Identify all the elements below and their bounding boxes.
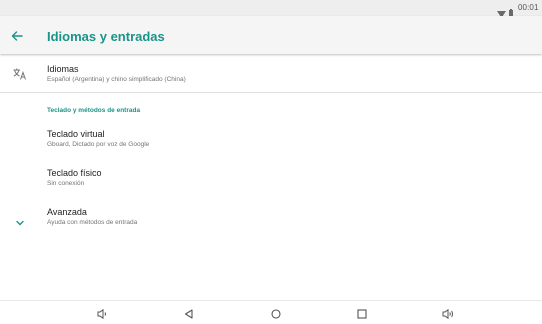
- advanced-title: Avanzada: [47, 207, 87, 217]
- languages-title: Idiomas: [47, 64, 79, 74]
- arrow-back-icon[interactable]: [10, 29, 24, 43]
- advanced-subtitle: Ayuda con métodos de entrada: [47, 219, 138, 226]
- physical-keyboard-subtitle: Sin conexión: [47, 180, 85, 187]
- back-triangle-icon[interactable]: [184, 306, 193, 324]
- volume-up-icon[interactable]: [442, 306, 454, 324]
- physical-keyboard-title: Teclado físico: [47, 168, 102, 178]
- volume-down-icon[interactable]: [97, 306, 108, 324]
- languages-subtitle: Español (Argentina) y chino simplificado…: [47, 76, 186, 83]
- physical-keyboard-item[interactable]: Teclado físico Sin conexión: [0, 163, 542, 195]
- section-header: Teclado y métodos de entrada: [47, 107, 141, 114]
- virtual-keyboard-title: Teclado virtual: [47, 129, 105, 139]
- translate-icon: [13, 67, 27, 85]
- virtual-keyboard-item[interactable]: Teclado virtual Gboard, Dictado por voz …: [0, 124, 542, 156]
- recents-square-icon[interactable]: [357, 306, 367, 324]
- status-time: 00:01: [518, 3, 539, 12]
- divider: [0, 92, 542, 93]
- page-title: Idiomas y entradas: [47, 29, 165, 44]
- languages-item[interactable]: Idiomas Español (Argentina) y chino simp…: [0, 58, 542, 92]
- advanced-item[interactable]: Avanzada Ayuda con métodos de entrada: [0, 202, 542, 234]
- virtual-keyboard-subtitle: Gboard, Dictado por voz de Google: [47, 141, 150, 148]
- app-bar: Idiomas y entradas: [0, 16, 542, 54]
- navigation-bar: [0, 300, 542, 320]
- chevron-down-icon: [16, 213, 24, 231]
- status-bar: 00:01: [0, 0, 542, 18]
- home-circle-icon[interactable]: [271, 306, 281, 324]
